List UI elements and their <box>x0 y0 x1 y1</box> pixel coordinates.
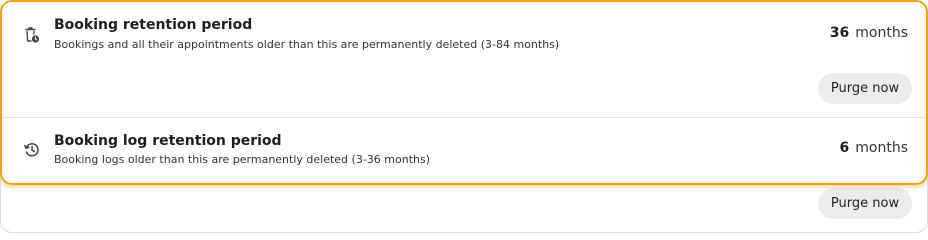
setting-description: Bookings and all their appointments olde… <box>54 38 560 51</box>
retention-value[interactable]: 6 <box>840 140 850 156</box>
setting-title: Booking log retention period <box>54 133 282 149</box>
retention-value-field[interactable]: 36 months <box>830 25 908 41</box>
booking-log-retention-row: Booking log retention period Booking log… <box>1 118 928 234</box>
setting-title: Booking retention period <box>54 17 253 33</box>
trash-clock-icon <box>23 26 41 44</box>
retention-settings-card: Booking retention period Bookings and al… <box>0 0 928 233</box>
retention-unit: months <box>855 140 908 156</box>
booking-retention-row: Booking retention period Bookings and al… <box>1 1 928 117</box>
retention-value-field[interactable]: 6 months <box>840 140 908 156</box>
history-icon <box>23 141 41 159</box>
retention-unit: months <box>855 25 908 41</box>
purge-now-button[interactable]: Purge now <box>818 73 912 104</box>
setting-description: Booking logs older than this are permane… <box>54 153 431 166</box>
retention-value[interactable]: 36 <box>830 25 849 41</box>
purge-now-button[interactable]: Purge now <box>818 188 912 219</box>
